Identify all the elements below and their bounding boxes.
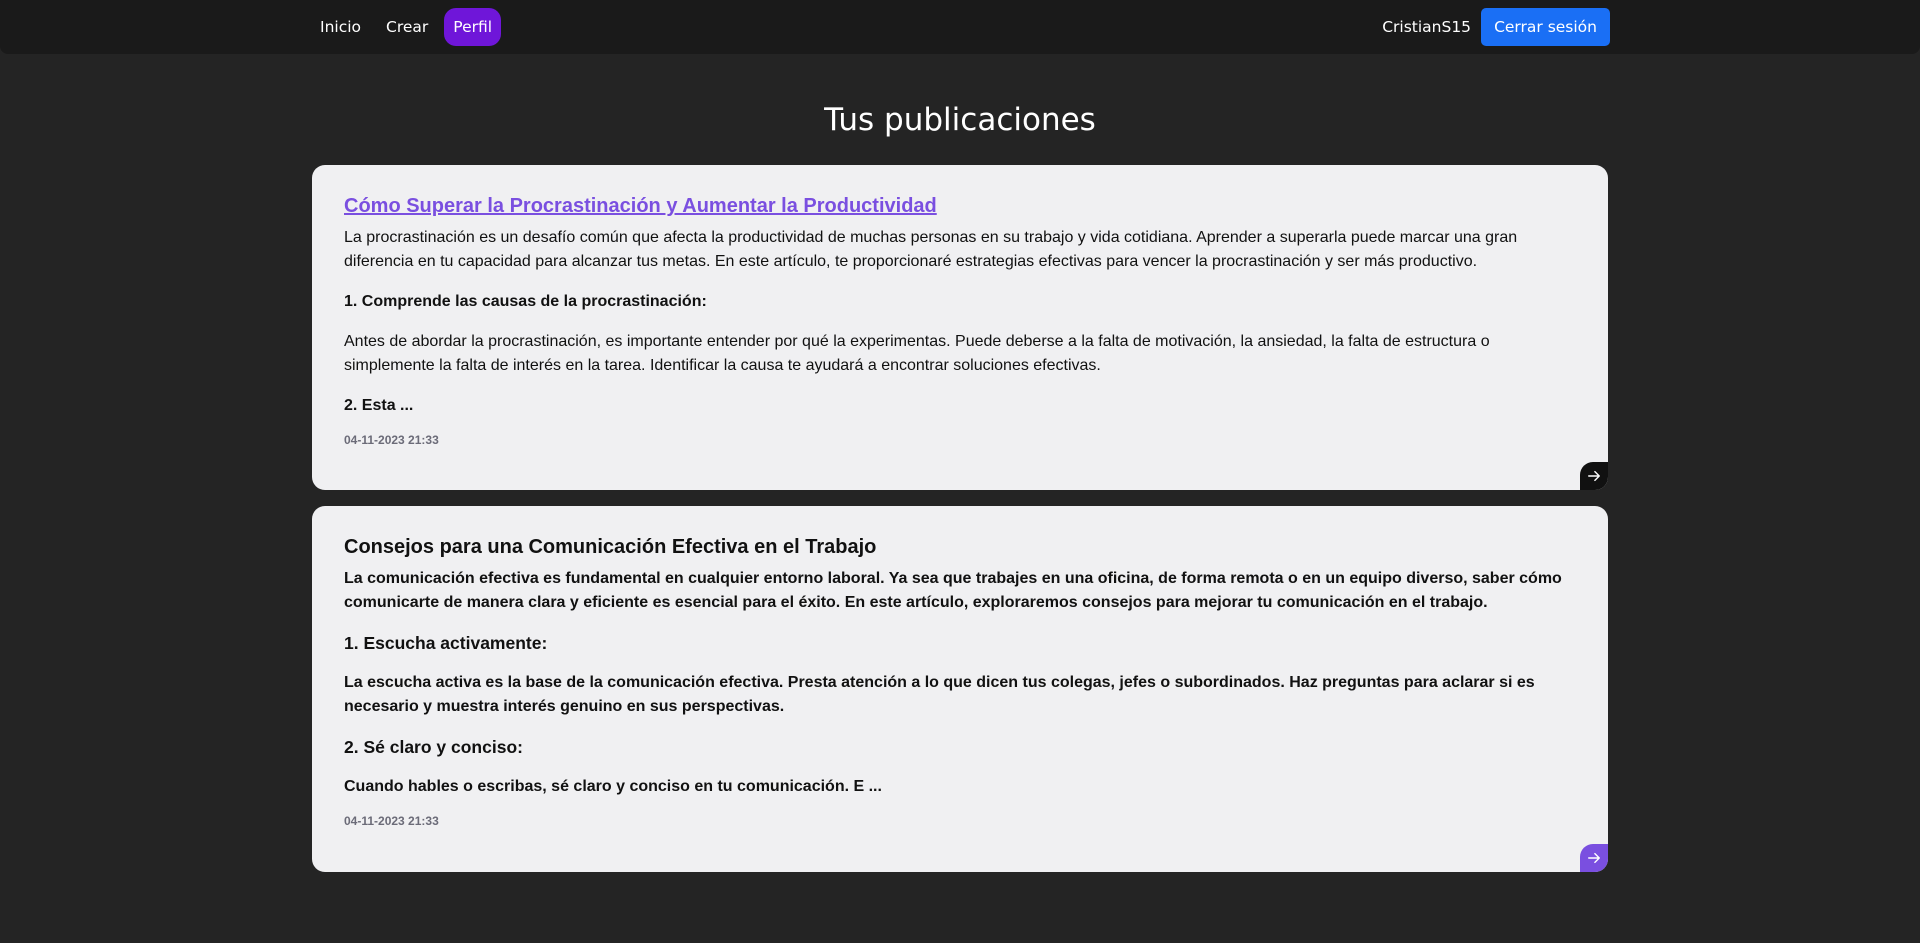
post-card: Consejos para una Comunicación Efectiva … — [312, 506, 1608, 872]
nav-link-perfil[interactable]: Perfil — [444, 8, 502, 46]
post-title-link[interactable]: Cómo Superar la Procrastinación y Aument… — [344, 195, 1576, 218]
post-paragraph: Cuando hables o escribas, sé claro y con… — [344, 778, 882, 795]
top-navbar: Inicio Crear Perfil CristianS15 Cerrar s… — [0, 0, 1920, 54]
post-paragraph: La comunicación efectiva es fundamental … — [344, 570, 1562, 611]
arrow-right-icon — [1588, 852, 1600, 864]
open-post-button[interactable] — [1580, 844, 1608, 872]
page-title: Tus publicaciones — [824, 102, 1096, 138]
post-date: 04-11-2023 21:33 — [344, 433, 439, 447]
post-subheading: 1. Escucha activamente: — [344, 633, 548, 653]
user-area: CristianS15 Cerrar sesión — [1382, 8, 1610, 46]
logout-button[interactable]: Cerrar sesión — [1481, 8, 1610, 46]
post-paragraph: Antes de abordar la procrastinación, es … — [344, 333, 1490, 374]
post-date: 04-11-2023 21:33 — [344, 814, 439, 828]
nav-links: Inicio Crear Perfil — [311, 8, 508, 46]
post-paragraph: La procrastinación es un desafío común q… — [344, 229, 1518, 270]
post-subheading: 2. Esta ... — [344, 397, 414, 414]
open-post-button[interactable] — [1580, 462, 1608, 490]
nav-link-crear[interactable]: Crear — [377, 8, 437, 46]
post-card: Cómo Superar la Procrastinación y Aument… — [312, 165, 1608, 490]
post-subheading: 1. Comprende las causas de la procrastin… — [344, 293, 707, 310]
post-paragraph: La escucha activa es la base de la comun… — [344, 674, 1535, 715]
arrow-right-icon — [1588, 470, 1600, 482]
post-title: Consejos para una Comunicación Efectiva … — [344, 536, 877, 558]
nav-link-inicio[interactable]: Inicio — [311, 8, 370, 46]
username: CristianS15 — [1382, 18, 1472, 36]
post-subheading: 2. Sé claro y conciso: — [344, 737, 523, 757]
